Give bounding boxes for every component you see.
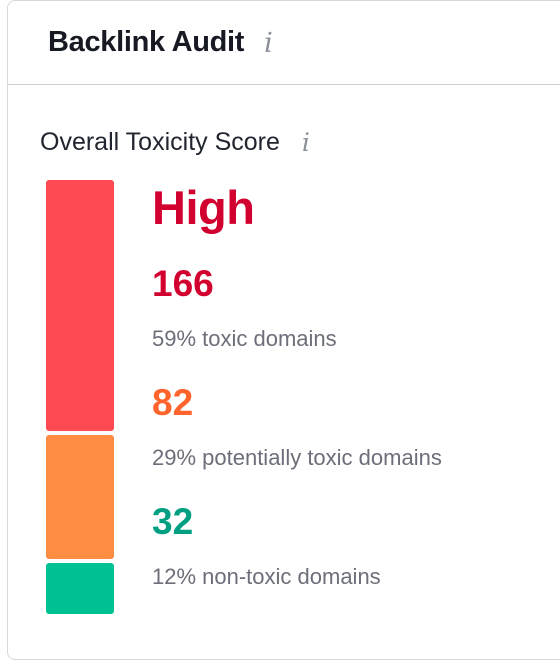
card-header: Backlink Audit i <box>8 1 560 85</box>
toxic-segment <box>46 180 114 431</box>
widget-title: Backlink Audit <box>48 26 245 58</box>
non-toxic-count[interactable]: 32 <box>152 502 381 542</box>
toxicity-level: High <box>152 181 255 234</box>
info-icon[interactable]: i <box>302 128 310 157</box>
potentially-toxic-description: 29% potentially toxic domains <box>152 445 442 470</box>
non-toxic-description: 12% non-toxic domains <box>152 564 381 589</box>
toxicity-distribution-bar <box>46 180 114 614</box>
non-toxic-segment <box>46 563 114 614</box>
toxicity-score-label: Overall Toxicity Score <box>40 128 280 156</box>
non-toxic-metric: 32 12% non-toxic domains <box>152 502 381 590</box>
potentially-toxic-count[interactable]: 82 <box>152 383 442 423</box>
toxic-metric: 166 59% toxic domains <box>152 264 337 352</box>
potentially-toxic-segment <box>46 435 114 559</box>
toxicity-score-label-row: Overall Toxicity Score i <box>40 128 310 157</box>
toxic-description: 59% toxic domains <box>152 326 337 351</box>
toxic-count[interactable]: 166 <box>152 264 337 304</box>
info-icon[interactable]: i <box>264 28 273 59</box>
potentially-toxic-metric: 82 29% potentially toxic domains <box>152 383 442 471</box>
